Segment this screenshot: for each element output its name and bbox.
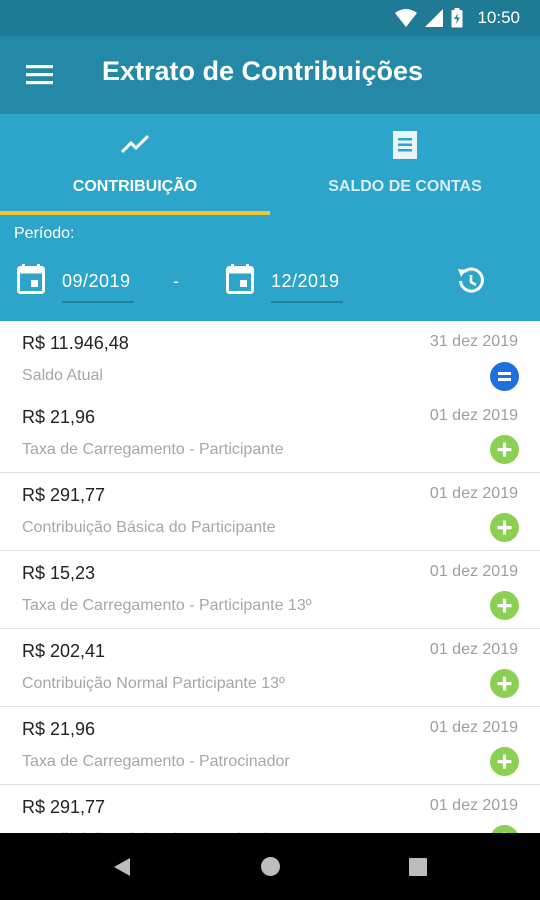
page-title: Extrato de Contribuições [102, 56, 424, 86]
list-item[interactable]: R$ 11.946,48 31 dez 2019 Saldo Atual [0, 321, 540, 395]
entry-description: Contribuição Básica do Participante [22, 519, 276, 536]
start-date-field[interactable]: 09/2019 [62, 271, 131, 292]
tab-contribuicao-label: CONTRIBUIÇÃO [72, 178, 198, 195]
wifi-icon [395, 9, 418, 27]
list-item[interactable]: R$ 202,41 01 dez 2019 Contribuição Normal … [0, 629, 540, 707]
status-icons: 10:50 [395, 6, 520, 30]
list-item[interactable]: R$ 21,96 01 dez 2019 Taxa de Carregamento … [0, 707, 540, 785]
entry-date: 01 dez 2019 [429, 407, 518, 424]
plus-icon [490, 591, 519, 620]
entry-date: 31 dez 2019 [429, 333, 518, 350]
cell-signal-icon [425, 9, 444, 27]
entry-date: 01 dez 2019 [429, 719, 518, 736]
tab-bar: CONTRIBUIÇÃO SALDO DE CONTAS [0, 114, 540, 216]
entry-amount: R$ 202,41 [22, 641, 106, 661]
receipt-icon [393, 131, 417, 159]
plus-icon [490, 669, 519, 698]
end-date-underline [271, 301, 343, 303]
app-bar: Extrato de Contribuições [0, 36, 540, 114]
entry-description: Saldo Atual [22, 367, 103, 384]
calendar-icon[interactable] [17, 264, 45, 294]
status-time: 10:50 [477, 8, 520, 27]
entries-list[interactable]: R$ 11.946,48 31 dez 2019 Saldo Atual R$ 21,… [0, 321, 540, 833]
status-bar: 10:50 [0, 0, 540, 36]
refresh-clock-icon [458, 267, 484, 293]
entry-amount: R$ 15,23 [22, 563, 96, 583]
entry-date: 01 dez 2019 [429, 485, 518, 502]
navigation-bar [0, 833, 540, 900]
entry-amount: R$ 291,77 [22, 797, 106, 817]
back-icon[interactable] [113, 857, 131, 877]
period-selector: Período: 09/2019 - 12/2019 [0, 216, 540, 321]
list-item[interactable]: R$ 291,7701 dez 2019Contribuição Básica … [0, 785, 540, 833]
list-item[interactable]: R$ 15,23 01 dez 2019 Taxa de Carregamento … [0, 551, 540, 629]
plus-icon [490, 747, 519, 776]
entry-amount: R$ 291,77 [22, 485, 106, 505]
tab-contribuicao[interactable]: CONTRIBUIÇÃO [0, 114, 270, 216]
period-label: Período: [14, 225, 75, 242]
list-item[interactable]: R$ 291,77 01 dez 2019 Contribuição Básica … [0, 473, 540, 551]
plus-icon [490, 435, 519, 464]
tab-saldo-de-contas[interactable]: SALDO DE CONTAS [270, 114, 540, 216]
entry-amount: R$ 11.946,48 [22, 333, 129, 353]
entry-description: Taxa de Carregamento - Patrocinador [22, 753, 290, 770]
trending-line-icon [120, 134, 150, 154]
home-icon[interactable] [260, 856, 281, 877]
entry-amount: R$ 21,96 [22, 407, 96, 427]
entry-amount: R$ 21,96 [22, 719, 96, 739]
entry-description: Taxa de Carregamento - Participante 13º [22, 597, 312, 614]
plus-icon [490, 825, 519, 833]
equals-icon [490, 362, 519, 391]
tab-indicator [0, 211, 270, 215]
calendar-icon[interactable] [226, 264, 254, 294]
list-item[interactable]: R$ 21,96 01 dez 2019 Taxa de Carregamento … [0, 395, 540, 473]
hamburger-menu-icon [26, 65, 53, 85]
menu-button[interactable] [20, 58, 58, 92]
entry-date: 01 dez 2019 [429, 797, 518, 814]
plus-icon [490, 513, 519, 542]
tab-saldo-label: SALDO DE CONTAS [328, 178, 482, 195]
entry-date: 01 dez 2019 [429, 641, 518, 658]
start-date-underline [62, 301, 134, 303]
refresh-button[interactable] [456, 266, 486, 301]
end-date-field[interactable]: 12/2019 [271, 271, 340, 292]
entry-description: Contribuição Normal Participante 13º [22, 675, 285, 692]
recents-icon[interactable] [409, 858, 427, 876]
entry-date: 01 dez 2019 [429, 563, 518, 580]
battery-charging-icon [451, 8, 463, 28]
date-separator: - [173, 271, 179, 291]
entry-description: Taxa de Carregamento - Participante [22, 441, 284, 458]
